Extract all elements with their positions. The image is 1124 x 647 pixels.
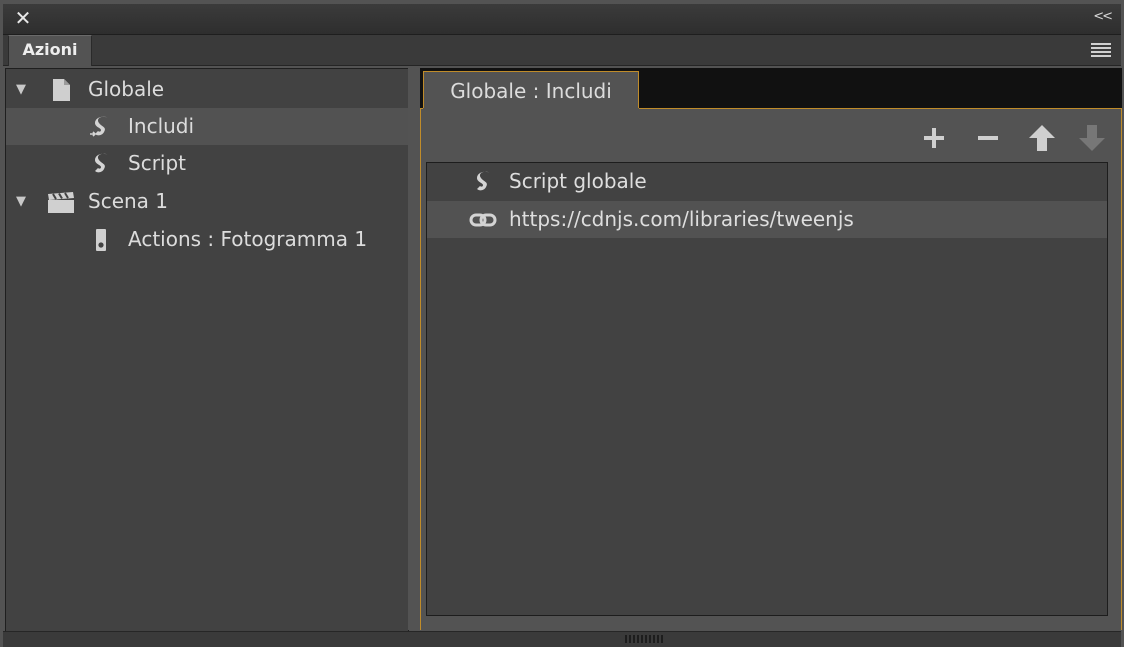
includes-editor: Globale : Includi Script globale https:/…	[420, 68, 1122, 630]
actions-panel: ✕ << Azioni ▼ Globale Includi Script ▼ S…	[0, 0, 1124, 647]
tab-azioni[interactable]: Azioni	[8, 35, 92, 66]
arrow-up-icon[interactable]	[1026, 122, 1058, 154]
script-icon	[95, 153, 108, 173]
document-icon	[53, 79, 70, 101]
script-navigator: ▼ Globale Includi Script ▼ Scena 1 Actio…	[5, 68, 409, 632]
tab-border	[420, 108, 423, 109]
panel-titlebar: ✕ <<	[3, 4, 1121, 35]
tab-border	[639, 108, 1122, 109]
tree-item-script[interactable]: Script	[6, 145, 408, 182]
tree-item-label: Script	[128, 151, 187, 175]
tree-item-scena-1[interactable]: ▼ Scena 1	[6, 183, 408, 220]
pane-splitter[interactable]	[408, 68, 420, 630]
tree-item-includi[interactable]: Includi	[6, 108, 408, 145]
arrow-down-icon[interactable]	[1076, 122, 1108, 154]
list-item-label: Script globale	[509, 169, 647, 193]
close-icon[interactable]: ✕	[13, 7, 33, 29]
panel-bottombar	[3, 631, 1121, 647]
tree-item-label: Actions : Fotogramma 1	[128, 227, 368, 251]
expand-triangle-icon[interactable]: ▼	[12, 71, 30, 108]
frame-icon	[96, 229, 106, 251]
tree-item-label: Globale	[88, 77, 165, 101]
tree-item-label: Scena 1	[88, 189, 169, 213]
expand-triangle-icon[interactable]: ▼	[12, 183, 30, 220]
plus-icon[interactable]	[918, 122, 950, 154]
clapperboard-icon	[48, 192, 74, 213]
tree-item-globale[interactable]: ▼ Globale	[6, 71, 408, 108]
include-script-icon	[90, 116, 108, 137]
script-icon	[477, 171, 490, 191]
collapse-panel-icon[interactable]: <<	[1093, 9, 1113, 24]
includes-list: Script globale https://cdnjs.com/librari…	[426, 162, 1108, 616]
tree-item-label: Includi	[128, 114, 195, 138]
link-icon	[469, 213, 497, 227]
tab-globale-includi[interactable]: Globale : Includi	[423, 71, 639, 109]
panel-tabbar: Azioni	[3, 35, 1121, 66]
list-item-script-globale[interactable]: Script globale	[427, 163, 1107, 200]
list-item-label: https://cdnjs.com/libraries/tweenjs	[509, 207, 854, 231]
list-item-tweenjs-url[interactable]: https://cdnjs.com/libraries/tweenjs	[427, 201, 1107, 238]
tree-item-actions-fotogramma-1[interactable]: Actions : Fotogramma 1	[6, 221, 408, 258]
minus-icon[interactable]	[972, 122, 1004, 154]
resize-grip-icon[interactable]	[625, 635, 665, 643]
panel-menu-icon[interactable]	[1091, 43, 1111, 57]
